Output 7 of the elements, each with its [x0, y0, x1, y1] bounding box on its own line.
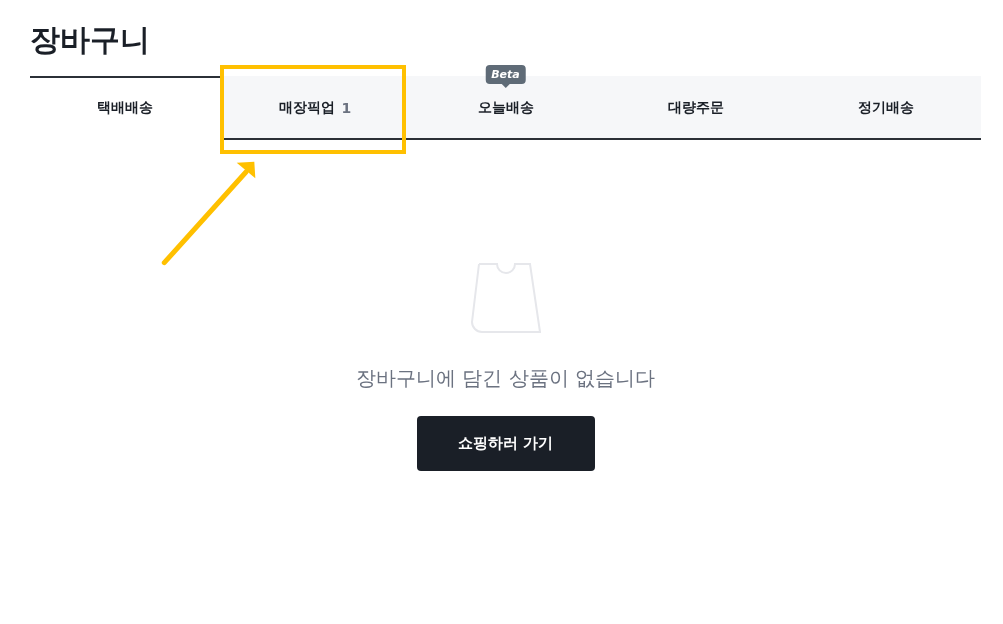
delivery-tab[interactable]: 정기배송	[790, 76, 981, 140]
empty-cart-message: 장바구니에 담긴 상품이 없습니다	[355, 365, 656, 392]
go-shopping-button[interactable]: 쇼핑하러 가기	[416, 416, 595, 471]
delivery-tab[interactable]: 대량주문	[600, 76, 791, 140]
shopping-bag-icon	[469, 262, 542, 334]
page-title: 장바구니	[30, 21, 150, 59]
tab-count: 1	[341, 100, 352, 116]
